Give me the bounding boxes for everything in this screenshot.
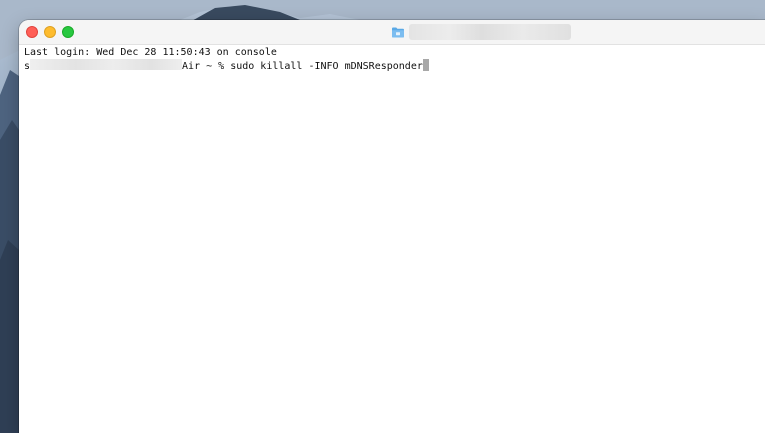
terminal-window: Last login: Wed Dec 28 11:50:43 on conso… [19, 20, 765, 433]
folder-icon [392, 27, 404, 38]
desktop-background: Last login: Wed Dec 28 11:50:43 on conso… [0, 0, 765, 433]
last-login-line: Last login: Wed Dec 28 11:50:43 on conso… [24, 47, 277, 58]
title-bar[interactable] [19, 20, 765, 45]
minimize-button[interactable] [44, 26, 56, 38]
terminal-content[interactable]: Last login: Wed Dec 28 11:50:43 on conso… [19, 45, 765, 433]
window-title [391, 22, 571, 42]
prompt-suffix: Air ~ % [182, 61, 231, 72]
zoom-button[interactable] [62, 26, 74, 38]
redacted-hostname [30, 59, 183, 70]
command-line: s Air ~ % sudo killall -INFO mDNSResponde… [24, 59, 765, 72]
text-cursor [422, 59, 429, 71]
redacted-title [409, 24, 571, 40]
close-button[interactable] [26, 26, 38, 38]
window-title-text [409, 24, 410, 25]
typed-command: sudo killall -INFO mDNSResponder [230, 61, 423, 72]
